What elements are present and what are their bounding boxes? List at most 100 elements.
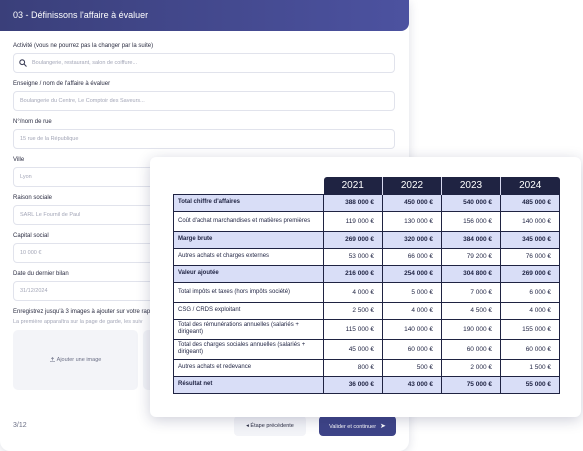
table-row: Valeur ajoutée 216 000 € 254 000 € 304 8… xyxy=(173,264,560,283)
cell-value: 36 000 € xyxy=(323,375,383,394)
cell-value: 7 000 € xyxy=(441,281,501,303)
cell-value: 2 500 € xyxy=(323,301,383,320)
cell-value: 156 000 € xyxy=(441,210,501,232)
cell-value: 190 000 € xyxy=(441,318,501,340)
cell-value: 55 000 € xyxy=(500,375,560,394)
city-label: Ville xyxy=(13,157,25,163)
cell-value: 254 000 € xyxy=(382,264,442,283)
cell-value: 450 000 € xyxy=(382,193,442,212)
image-upload-box[interactable]: Ajouter une image xyxy=(13,330,138,390)
company-name-label: Raison sociale xyxy=(13,195,53,201)
cell-value: 384 000 € xyxy=(441,230,501,249)
street-input[interactable] xyxy=(13,129,395,149)
cell-value: 388 000 € xyxy=(323,193,383,212)
cell-value: 115 000 € xyxy=(323,318,383,340)
year-header: 2024 xyxy=(500,177,560,194)
upload-button[interactable]: Ajouter une image xyxy=(13,357,138,363)
images-help-text: La première apparaîtra sur la page de ga… xyxy=(13,319,143,325)
cell-value: 6 000 € xyxy=(500,281,560,303)
row-label: Total chiffre d'affaires xyxy=(173,193,324,212)
validate-continue-button[interactable]: Valider et continuer ➤ xyxy=(319,416,396,436)
send-arrow-icon: ➤ xyxy=(380,423,386,430)
cell-value: 485 000 € xyxy=(500,193,560,212)
row-label: Total impôts et taxes (hors impôts socié… xyxy=(173,281,324,303)
cell-value: 60 000 € xyxy=(500,338,560,360)
cell-value: 43 000 € xyxy=(382,375,442,394)
arrow-left-icon: ◂ xyxy=(246,423,249,429)
business-name-input[interactable] xyxy=(13,91,395,111)
upload-icon xyxy=(49,357,55,362)
capital-label: Capital social xyxy=(13,233,49,239)
cell-value: 76 000 € xyxy=(500,247,560,266)
row-label: Résultat net xyxy=(173,375,324,394)
cell-value: 1 500 € xyxy=(500,358,560,377)
cell-value: 140 000 € xyxy=(382,318,442,340)
previous-step-label: Étape précédente xyxy=(250,423,294,429)
table-row: CSG / CRDS exploitant 2 500 € 4 000 € 4 … xyxy=(173,301,560,320)
row-label: Coût d'achat marchandises et matières pr… xyxy=(173,210,324,232)
page-title: 03 - Définissons l'affaire à évaluer xyxy=(13,10,149,20)
cell-value: 45 000 € xyxy=(323,338,383,360)
table-row: Marge brute 269 000 € 320 000 € 384 000 … xyxy=(173,230,560,249)
cell-value: 140 000 € xyxy=(500,210,560,232)
form-header: 03 - Définissons l'affaire à évaluer xyxy=(0,0,409,31)
table-corner xyxy=(174,177,324,194)
activity-label: Activité (vous ne pourrez pas la changer… xyxy=(13,43,154,49)
cell-value: 119 000 € xyxy=(323,210,383,232)
row-label: Marge brute xyxy=(173,230,324,249)
table-row: Total des rémunérations annuelles (salar… xyxy=(173,318,560,340)
row-label: CSG / CRDS exploitant xyxy=(173,301,324,320)
cell-value: 4 000 € xyxy=(500,301,560,320)
table-row: Autres achats et charges externes 53 000… xyxy=(173,247,560,266)
cell-value: 269 000 € xyxy=(500,264,560,283)
upload-label: Ajouter une image xyxy=(56,357,102,363)
row-label: Autres achats et charges externes xyxy=(173,247,324,266)
cell-value: 800 € xyxy=(323,358,383,377)
table-row: Total chiffre d'affaires 388 000 € 450 0… xyxy=(173,193,560,212)
cell-value: 269 000 € xyxy=(323,230,383,249)
step-counter: 3/12 xyxy=(13,422,27,429)
cell-value: 4 000 € xyxy=(323,281,383,303)
row-label: Autres achats et redevance xyxy=(173,358,324,377)
cell-value: 155 000 € xyxy=(500,318,560,340)
cell-value: 216 000 € xyxy=(323,264,383,283)
cell-value: 75 000 € xyxy=(441,375,501,394)
cell-value: 320 000 € xyxy=(382,230,442,249)
business-name-label: Enseigne / nom de l'affaire à évaluer xyxy=(13,81,111,87)
cell-value: 79 200 € xyxy=(441,247,501,266)
cell-value: 4 000 € xyxy=(382,301,442,320)
financial-table: 2021 2022 2023 2024 Total chiffre d'affa… xyxy=(173,177,560,394)
row-label: Valeur ajoutée xyxy=(173,264,324,283)
cell-value: 2 000 € xyxy=(441,358,501,377)
cell-value: 345 000 € xyxy=(500,230,560,249)
year-header: 2022 xyxy=(382,177,442,194)
validate-continue-label: Valider et continuer xyxy=(329,424,377,430)
search-icon xyxy=(19,59,27,67)
activity-search-input[interactable] xyxy=(13,53,395,73)
year-header-row: 2021 2022 2023 2024 xyxy=(174,177,560,194)
cell-value: 66 000 € xyxy=(382,247,442,266)
year-header: 2023 xyxy=(441,177,501,194)
financial-table-card: 2021 2022 2023 2024 Total chiffre d'affa… xyxy=(150,157,581,417)
street-label: N°/nom de rue xyxy=(13,119,52,125)
table-row: Coût d'achat marchandises et matières pr… xyxy=(173,210,560,232)
table-row: Total des charges sociales annuelles (sa… xyxy=(173,338,560,360)
cell-value: 53 000 € xyxy=(323,247,383,266)
cell-value: 130 000 € xyxy=(382,210,442,232)
previous-step-button[interactable]: ◂ Étape précédente xyxy=(234,416,306,436)
cell-value: 60 000 € xyxy=(382,338,442,360)
cell-value: 4 500 € xyxy=(441,301,501,320)
table-row: Autres achats et redevance 800 € 500 € 2… xyxy=(173,358,560,377)
year-header: 2021 xyxy=(323,177,383,194)
row-label: Total des charges sociales annuelles (sa… xyxy=(173,338,324,360)
cell-value: 500 € xyxy=(382,358,442,377)
images-label: Enregistrez jusqu'à 3 images à ajouter s… xyxy=(13,309,154,315)
cell-value: 304 800 € xyxy=(441,264,501,283)
table-row: Total impôts et taxes (hors impôts socié… xyxy=(173,281,560,303)
table-row: Résultat net 36 000 € 43 000 € 75 000 € … xyxy=(173,375,560,394)
row-label: Total des rémunérations annuelles (salar… xyxy=(173,318,324,340)
cell-value: 5 000 € xyxy=(382,281,442,303)
cell-value: 540 000 € xyxy=(441,193,501,212)
last-balance-date-label: Date du dernier bilan xyxy=(13,271,69,277)
cell-value: 60 000 € xyxy=(441,338,501,360)
